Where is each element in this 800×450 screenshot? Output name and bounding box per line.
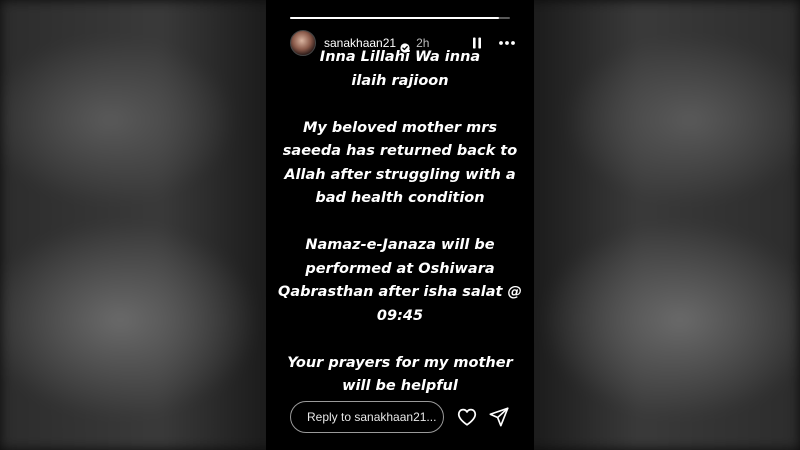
story-text-para-2: My beloved mother mrs saeeda has returne… bbox=[282, 119, 518, 207]
story-text: Inna Lillahi Wa inna ilaih rajioon My be… bbox=[276, 46, 524, 399]
message-line-2: ilaih rajioon bbox=[351, 72, 449, 89]
story-viewer[interactable]: sanakhaan21 2h Inna Lillahi Wa inna ilai… bbox=[266, 0, 534, 450]
story-progress-bar bbox=[290, 17, 510, 19]
reply-bar: Reply to sanakhaan21... bbox=[290, 400, 520, 434]
story-text-line-1: Inna Lillahi Wa inna ilaih rajioon bbox=[276, 46, 524, 93]
story-progress-fill bbox=[290, 17, 499, 19]
send-icon[interactable] bbox=[488, 406, 510, 428]
heart-icon[interactable] bbox=[456, 406, 478, 428]
story-text-para-3: Namaz-e-Janaza will be performed at Oshi… bbox=[278, 237, 522, 324]
message-line-1: Inna Lillahi Wa inna bbox=[319, 49, 481, 65]
story-text-para-4: Your prayers for my mother will be helpf… bbox=[287, 354, 513, 395]
reply-input[interactable]: Reply to sanakhaan21... bbox=[290, 401, 444, 433]
